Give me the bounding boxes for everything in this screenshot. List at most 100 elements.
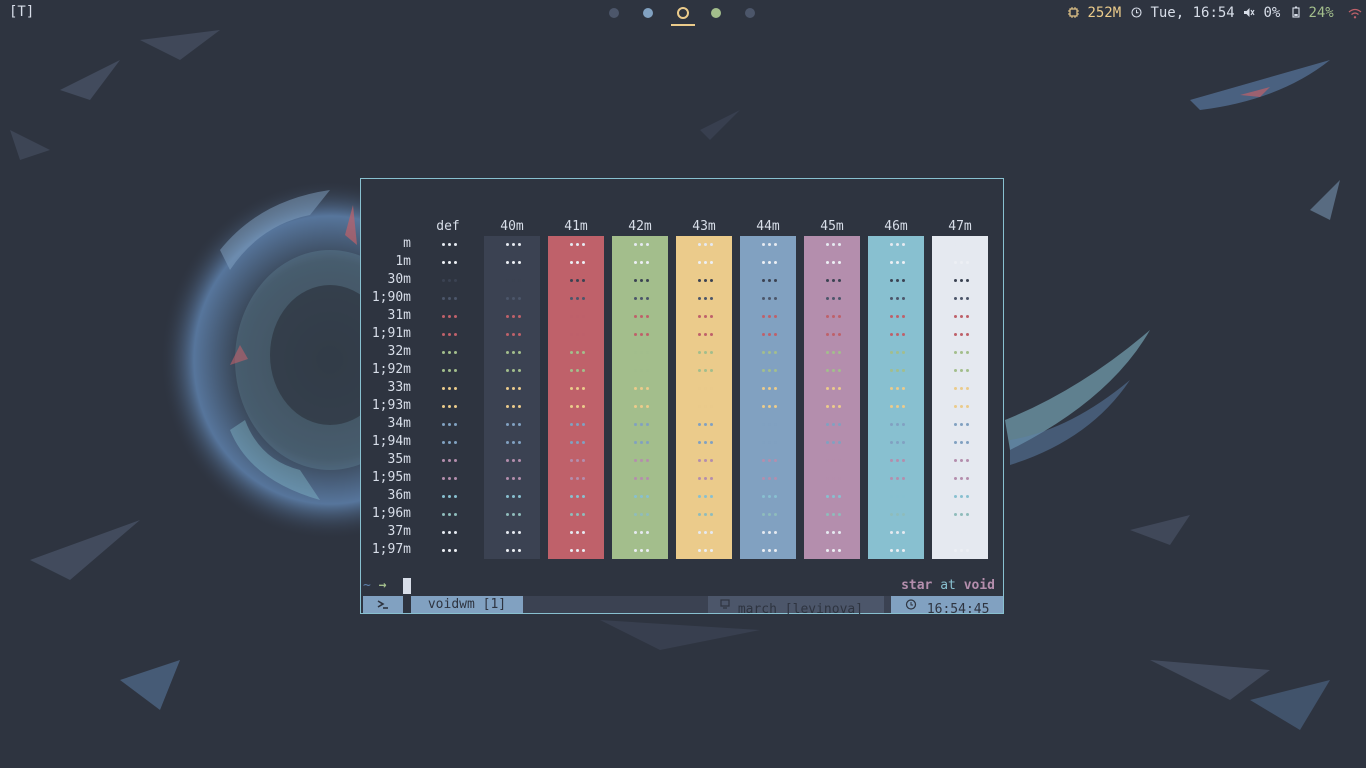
color-cell: [804, 254, 860, 272]
row-label: m: [403, 236, 411, 251]
color-cell: [612, 524, 668, 542]
color-cell: [932, 308, 988, 326]
color-cell: [932, 488, 988, 506]
color-column-41m: [548, 236, 604, 559]
volume-status[interactable]: 0%: [1243, 5, 1280, 21]
color-cell: [420, 236, 476, 254]
datetime-status: Tue, 16:54: [1131, 5, 1235, 21]
color-cell: [868, 416, 924, 434]
tmux-window-tab[interactable]: voidwm [1]: [411, 596, 523, 613]
color-cell: [868, 398, 924, 416]
prompt-at: at: [940, 578, 956, 593]
top-status-bar: [T] 252M Tue, 16:54 0% 24%: [0, 0, 1366, 27]
color-cell: [420, 398, 476, 416]
color-cell: [868, 326, 924, 344]
computer-icon: [720, 599, 730, 609]
column-header: 47m: [948, 219, 972, 234]
color-cell: [484, 362, 540, 380]
color-cell: [804, 506, 860, 524]
right-prompt: star at void: [901, 578, 995, 593]
color-cell: [612, 254, 668, 272]
datetime-value: Tue, 16:54: [1150, 5, 1235, 21]
color-cell: [740, 452, 796, 470]
color-cell: [420, 470, 476, 488]
color-cell: [740, 344, 796, 362]
color-cell: [548, 416, 604, 434]
color-cell: [676, 470, 732, 488]
color-cell: [420, 542, 476, 560]
color-cell: [676, 416, 732, 434]
color-cell: [740, 488, 796, 506]
color-cell: [484, 308, 540, 326]
color-cell: [932, 380, 988, 398]
column-header: 42m: [628, 219, 652, 234]
color-cell: [548, 272, 604, 290]
color-cell: [676, 380, 732, 398]
workspace-1-button[interactable]: [609, 8, 619, 18]
clock-icon: [905, 599, 917, 610]
color-cell: [804, 380, 860, 398]
color-cell: [868, 434, 924, 452]
color-cell: [484, 272, 540, 290]
color-cell: [740, 326, 796, 344]
color-cell: [612, 398, 668, 416]
wifi-icon: [1348, 8, 1362, 19]
memory-value: 252M: [1087, 5, 1122, 21]
prompt-cwd: ~: [363, 578, 371, 593]
color-cell: [548, 308, 604, 326]
color-cell: [932, 506, 988, 524]
color-cell: [548, 488, 604, 506]
layout-tag-label[interactable]: [T]: [9, 4, 34, 20]
wifi-status[interactable]: [1348, 6, 1362, 22]
color-cell: [612, 470, 668, 488]
color-cell: [420, 308, 476, 326]
color-cell: [548, 542, 604, 560]
battery-status: 24%: [1292, 5, 1334, 21]
battery-icon: [1292, 6, 1300, 18]
color-cell: [484, 380, 540, 398]
clock-icon: [1131, 7, 1142, 18]
row-label: 1;96m: [371, 506, 411, 521]
column-header: 40m: [500, 219, 524, 234]
color-cell: [868, 272, 924, 290]
color-cell: [740, 290, 796, 308]
row-label: 36m: [387, 488, 411, 503]
prompt-host: void: [963, 578, 995, 593]
workspace-4-button[interactable]: [711, 8, 721, 18]
color-column-45m: [804, 236, 860, 559]
color-cell: [548, 452, 604, 470]
color-cell: [612, 380, 668, 398]
color-cell: [484, 416, 540, 434]
workspace-3-button[interactable]: [677, 7, 689, 19]
color-cell: [676, 236, 732, 254]
color-cell: [804, 290, 860, 308]
workspace-5-button[interactable]: [745, 8, 755, 18]
color-cell: [868, 362, 924, 380]
text-cursor[interactable]: [403, 578, 411, 594]
color-cell: [932, 524, 988, 542]
workspace-2-button[interactable]: [643, 8, 653, 18]
color-cell: [420, 290, 476, 308]
color-cell: [868, 380, 924, 398]
tmux-status-bar: voidwm [1] march [levinova] 16:54:45: [363, 596, 1003, 617]
terminal-icon: [377, 600, 388, 609]
color-cell: [740, 506, 796, 524]
row-label: 1;94m: [371, 434, 411, 449]
color-cell: [420, 272, 476, 290]
color-cell: [484, 236, 540, 254]
row-label: 1;90m: [371, 290, 411, 305]
color-cell: [612, 506, 668, 524]
color-cell: [932, 290, 988, 308]
color-cell: [868, 308, 924, 326]
color-cell: [868, 254, 924, 272]
color-cell: [548, 470, 604, 488]
prompt-user: star: [901, 578, 933, 593]
color-cell: [676, 434, 732, 452]
color-cell: [804, 434, 860, 452]
tmux-clock-segment: 16:54:45: [891, 596, 1003, 617]
terminal-window[interactable]: def 40m 41m 42m 43m 44m 45m 46m 47m m 1m 30m 1;90m 3…: [360, 178, 1004, 617]
color-cell: [932, 272, 988, 290]
color-cell: [804, 524, 860, 542]
color-cell: [676, 452, 732, 470]
shell-prompt: ~ →: [363, 578, 386, 593]
